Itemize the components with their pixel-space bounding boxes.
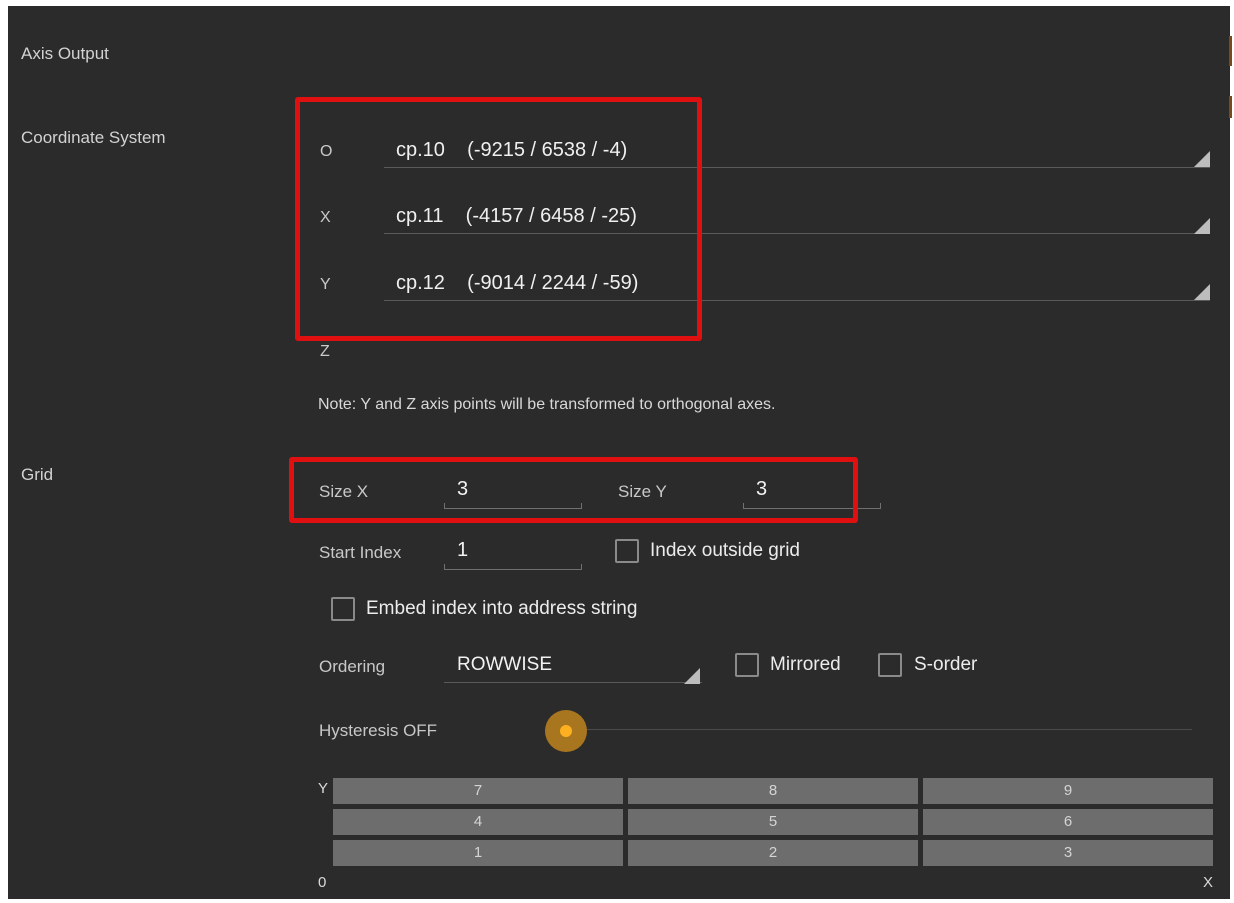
grid-cell: 7 (333, 778, 623, 804)
ordering-label: Ordering (319, 657, 386, 676)
origin-dropdown-icon[interactable] (1194, 151, 1210, 167)
slider-thumb-dot (560, 725, 572, 737)
grid-cell: 1 (333, 840, 623, 866)
grid-cell: 4 (333, 809, 623, 835)
ordering-underline (444, 682, 702, 683)
grid-cell: 3 (923, 840, 1213, 866)
mirrored-label[interactable]: Mirrored (770, 654, 841, 676)
settings-panel: Axis Output Coordinate System Grid O cp.… (8, 6, 1232, 899)
hysteresis-slider-thumb[interactable] (545, 710, 587, 752)
orthogonal-note: Note: Y and Z axis points will be transf… (318, 396, 776, 413)
z-point-label: Z (320, 343, 330, 360)
grid-cell: 6 (923, 809, 1213, 835)
start-index-underline (444, 564, 582, 570)
y-dropdown-icon[interactable] (1194, 284, 1210, 300)
grid-cell: 5 (628, 809, 918, 835)
coordinate-system-label: Coordinate System (21, 128, 166, 147)
x-dropdown-icon[interactable] (1194, 218, 1210, 234)
grid-size-highlight-box (289, 457, 858, 523)
s-order-label[interactable]: S-order (914, 654, 977, 676)
ordering-select[interactable]: ROWWISE (457, 654, 552, 676)
panel-edge-marker (1229, 36, 1232, 66)
start-index-label: Start Index (319, 543, 402, 562)
start-index-input[interactable]: 1 (457, 539, 468, 562)
panel-edge-marker (1229, 96, 1232, 118)
ordering-dropdown-icon[interactable] (684, 668, 700, 684)
embed-index-checkbox[interactable] (331, 597, 355, 621)
axis-output-label: Axis Output (21, 44, 109, 63)
grid-cell: 2 (628, 840, 918, 866)
index-outside-grid-label[interactable]: Index outside grid (650, 540, 800, 562)
embed-index-label[interactable]: Embed index into address string (366, 598, 637, 620)
grid-label: Grid (21, 465, 54, 484)
mirrored-checkbox[interactable] (735, 653, 759, 677)
index-outside-grid-checkbox[interactable] (615, 539, 639, 563)
grid-x-axis-label: X (1203, 874, 1214, 891)
grid-cell: 8 (628, 778, 918, 804)
coordinate-highlight-box (295, 97, 702, 341)
hysteresis-slider-track[interactable] (586, 729, 1192, 730)
grid-y-axis-label: Y (318, 780, 329, 797)
grid-origin-label: 0 (318, 874, 327, 891)
hysteresis-label: Hysteresis OFF (319, 721, 438, 740)
s-order-checkbox[interactable] (878, 653, 902, 677)
grid-cell: 9 (923, 778, 1213, 804)
